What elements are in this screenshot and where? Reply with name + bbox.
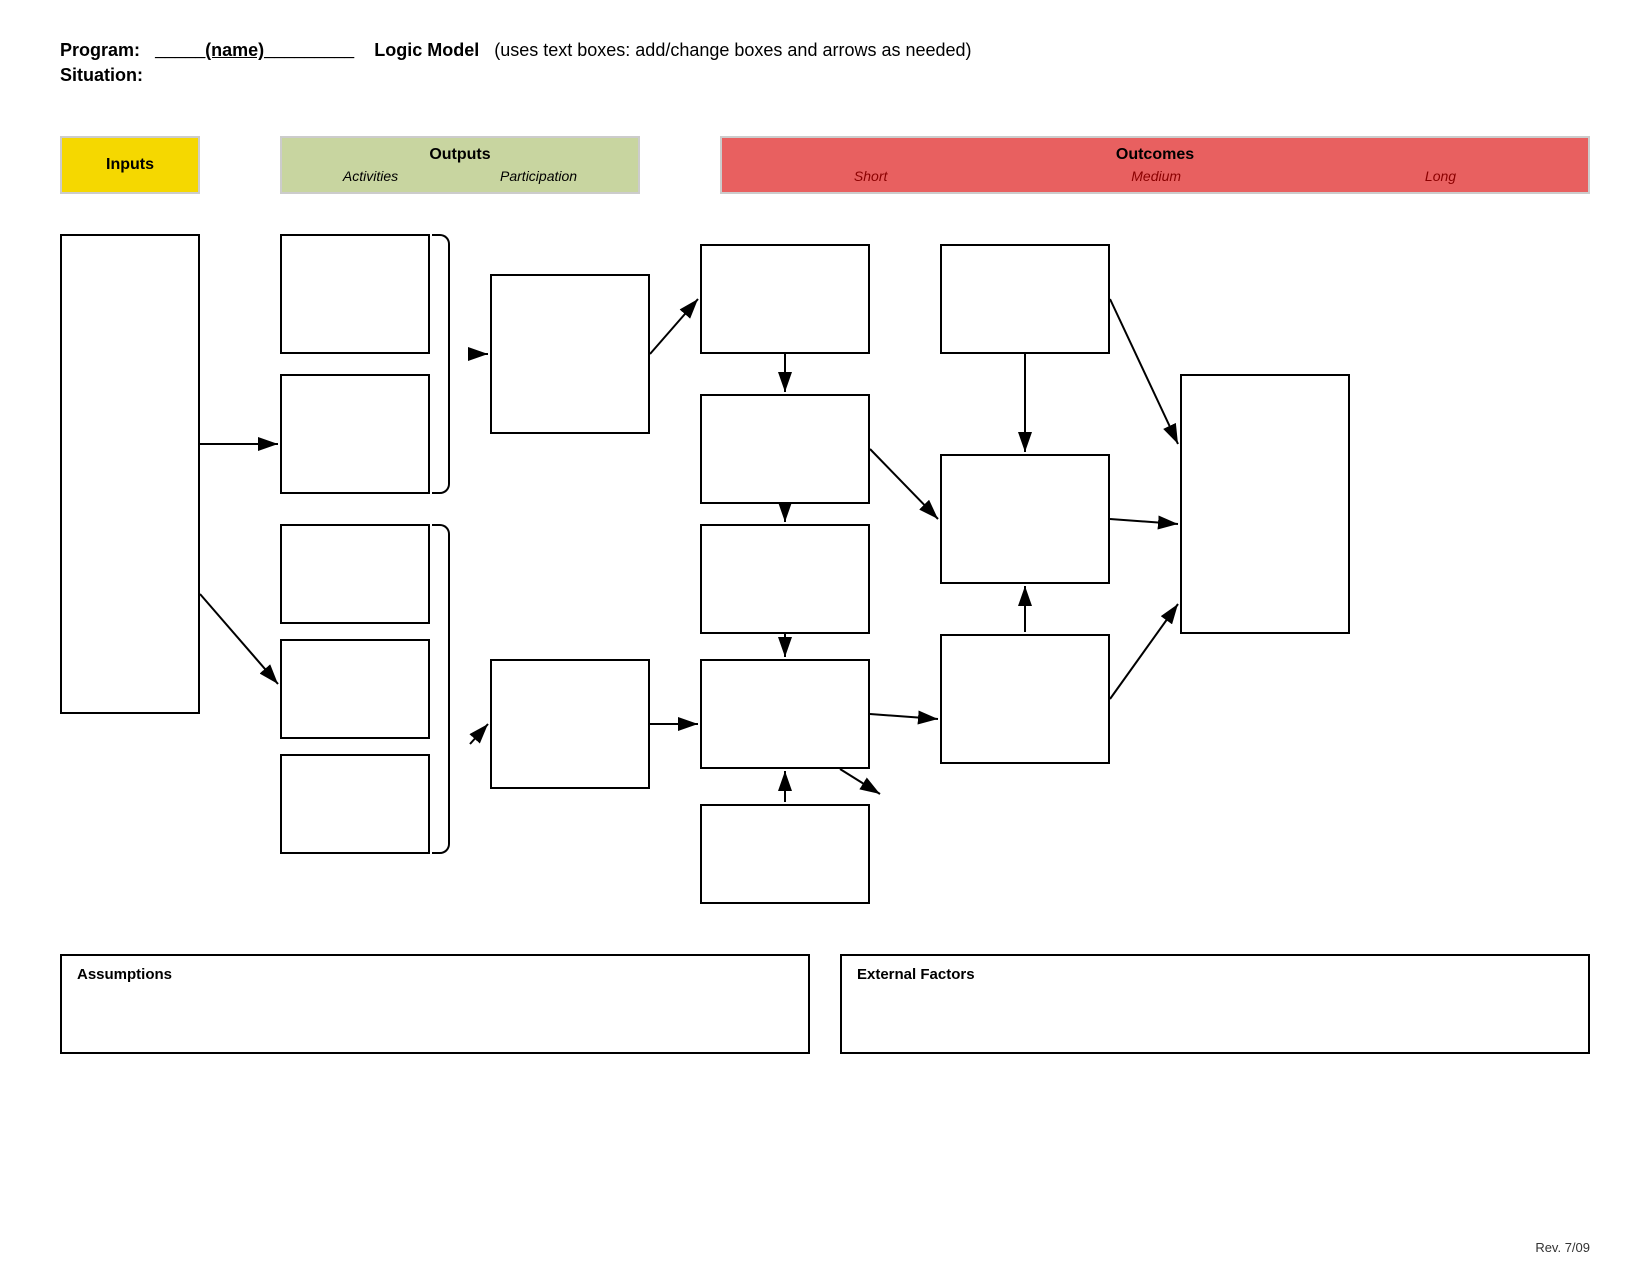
external-factors-title: External Factors: [857, 966, 1573, 983]
outcomes-sub3: Long: [1425, 168, 1456, 184]
short-outcome-5[interactable]: [700, 804, 870, 904]
participation-box-2[interactable]: [490, 659, 650, 789]
outputs-sub2: Participation: [500, 168, 577, 184]
activity-box-4[interactable]: [280, 639, 430, 739]
assumptions-box[interactable]: Assumptions: [60, 954, 810, 1054]
logic-model-label: Logic Model: [374, 40, 479, 60]
participation-box-1[interactable]: [490, 274, 650, 434]
outputs-title: Outputs: [429, 146, 490, 164]
instructions-text: (uses text boxes: add/change boxes and a…: [494, 40, 971, 60]
outcomes-sub1: Short: [854, 168, 887, 184]
long-outcome-1[interactable]: [1180, 374, 1350, 634]
short-outcome-2[interactable]: [700, 394, 870, 504]
inputs-header: Inputs: [60, 136, 200, 194]
short-outcome-3[interactable]: [700, 524, 870, 634]
outputs-sub1: Activities: [343, 168, 398, 184]
header-line1: Program: _____(name)_________ Logic Mode…: [60, 40, 1590, 61]
bottom-section: Assumptions External Factors: [60, 954, 1590, 1054]
program-label: Program:: [60, 40, 140, 60]
assumptions-title: Assumptions: [77, 966, 793, 983]
brace-top: [432, 234, 450, 494]
medium-outcome-3[interactable]: [940, 634, 1110, 764]
medium-outcome-1[interactable]: [940, 244, 1110, 354]
program-name: _____(name)_________: [155, 40, 354, 60]
column-headers-row: Inputs Outputs Activities Participation …: [60, 136, 1590, 194]
activity-box-1[interactable]: [280, 234, 430, 354]
diagram-area: Inputs Outputs Activities Participation …: [60, 136, 1590, 914]
short-outcome-4[interactable]: [700, 659, 870, 769]
activity-box-5[interactable]: [280, 754, 430, 854]
activity-box-3[interactable]: [280, 524, 430, 624]
situation-label: Situation:: [60, 65, 1590, 86]
external-factors-box[interactable]: External Factors: [840, 954, 1590, 1054]
outputs-header: Outputs Activities Participation: [280, 136, 640, 194]
outcomes-sub2: Medium: [1131, 168, 1181, 184]
activity-box-2[interactable]: [280, 374, 430, 494]
outcomes-title: Outcomes: [1116, 146, 1194, 164]
outcomes-header: Outcomes Short Medium Long: [720, 136, 1590, 194]
diagram-canvas: [60, 214, 1590, 914]
short-outcome-1[interactable]: [700, 244, 870, 354]
medium-outcome-2[interactable]: [940, 454, 1110, 584]
revision-note: Rev. 7/09: [1535, 1240, 1590, 1255]
brace-bottom: [432, 524, 450, 854]
inputs-box[interactable]: [60, 234, 200, 714]
document-header: Program: _____(name)_________ Logic Mode…: [60, 40, 1590, 86]
